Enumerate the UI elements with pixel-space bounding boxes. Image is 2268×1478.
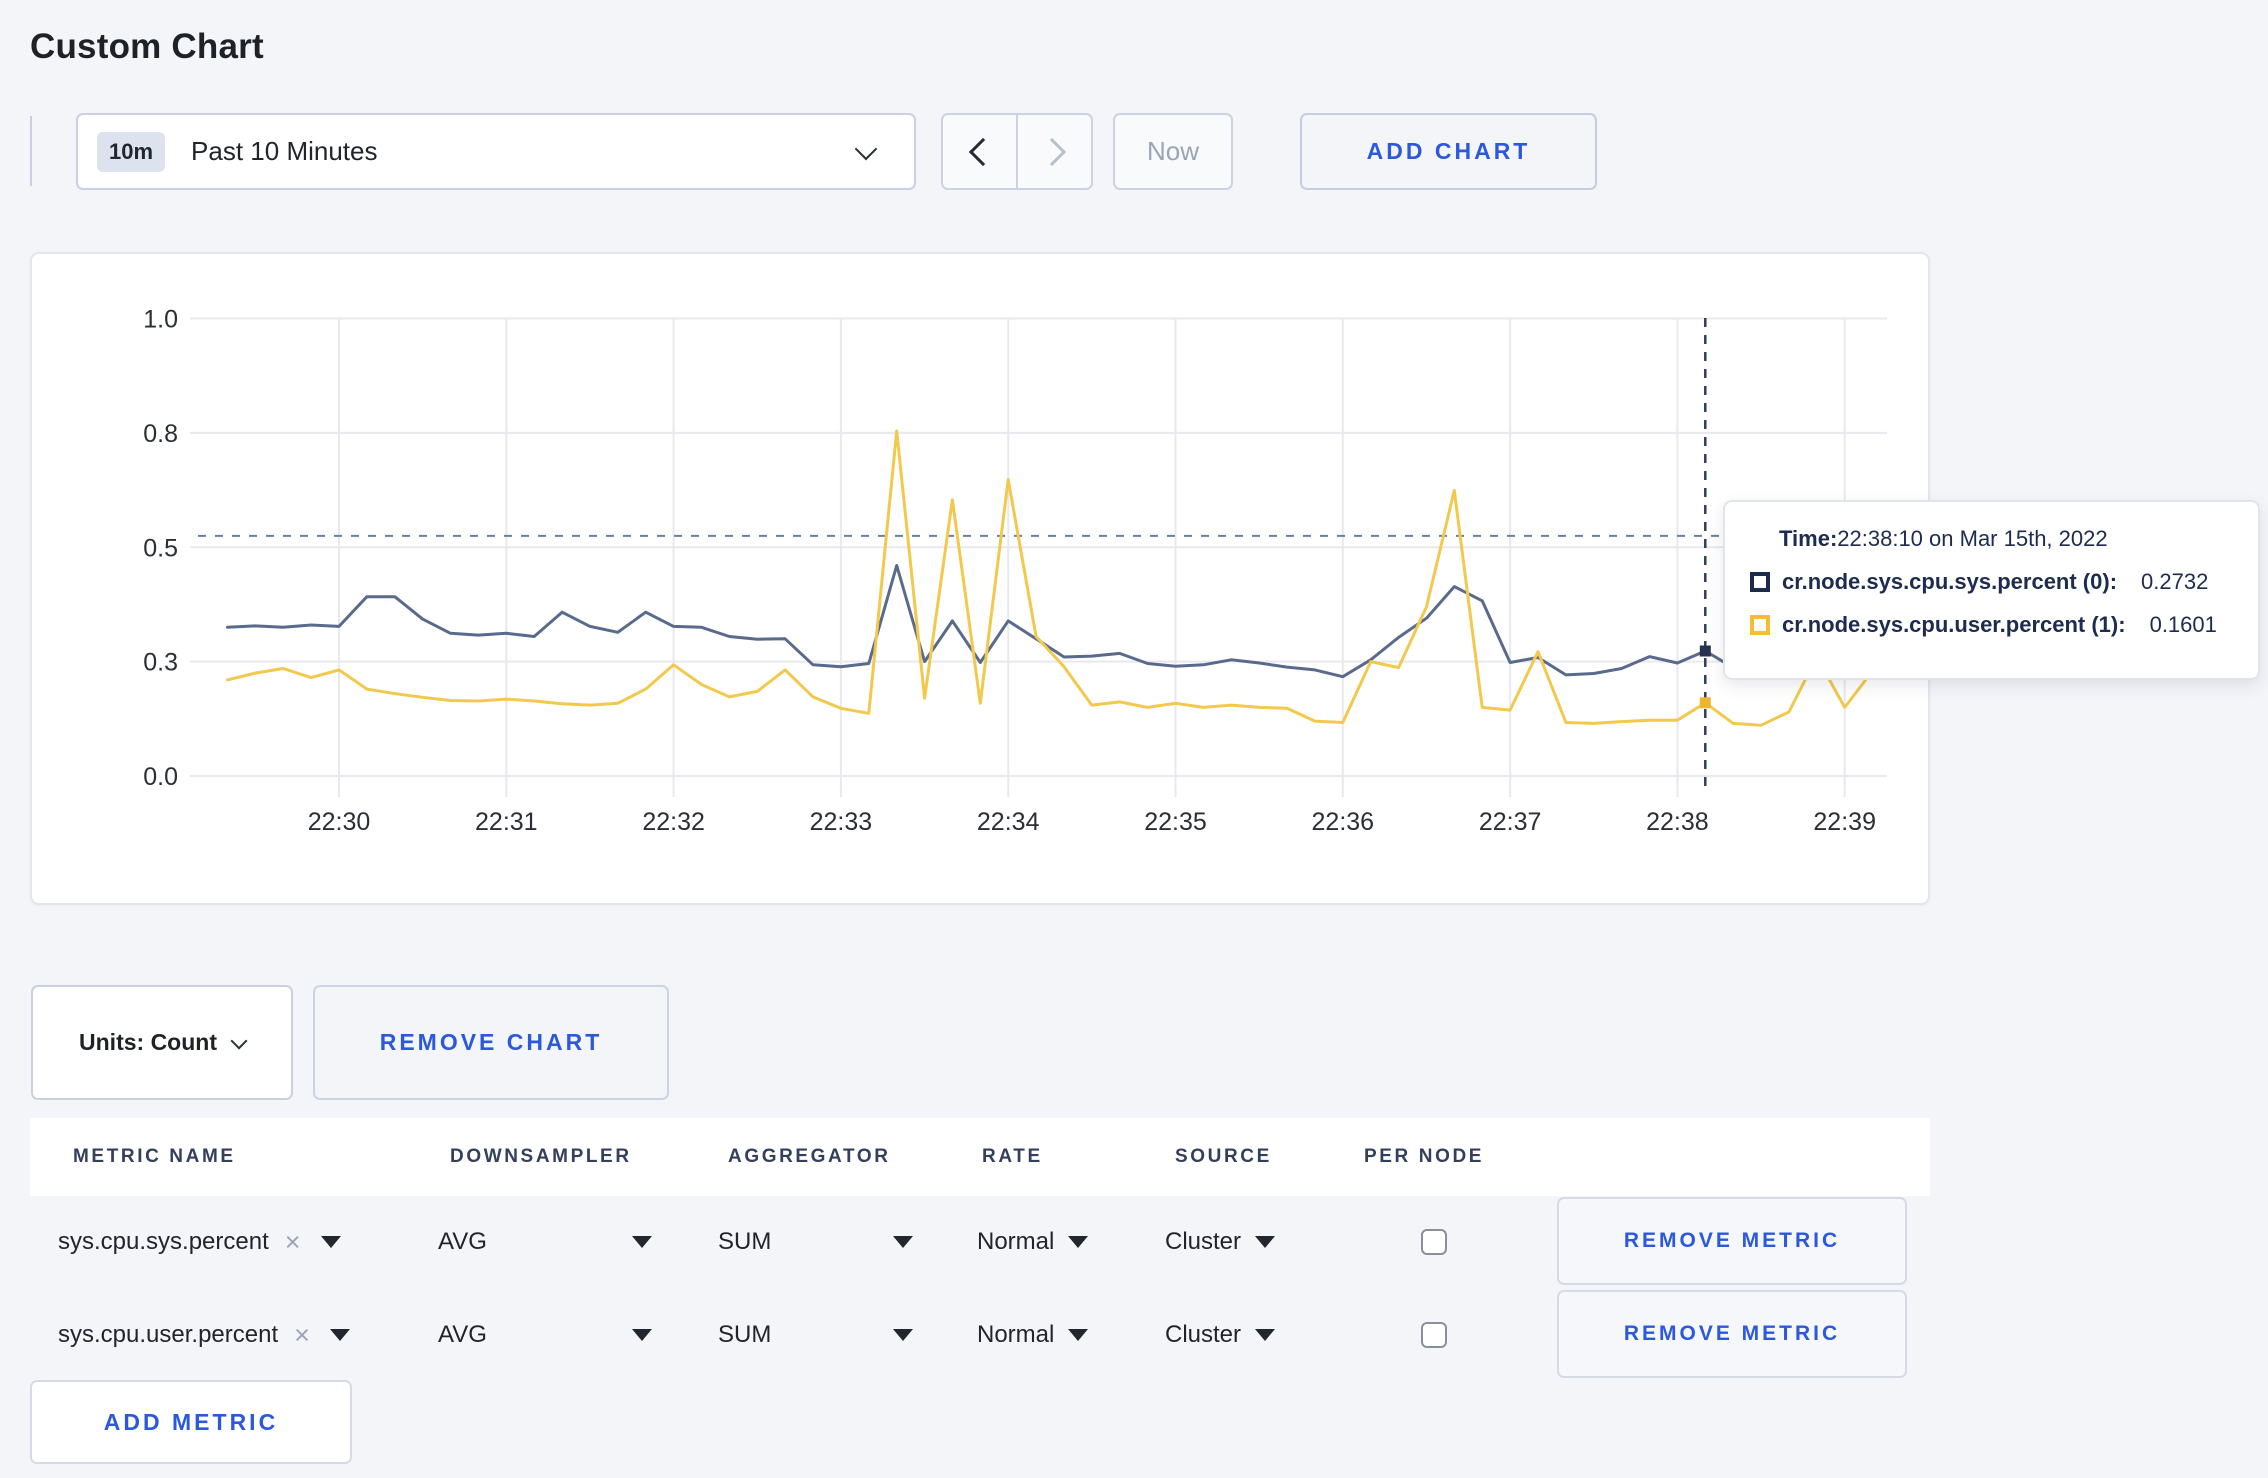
add-chart-button[interactable]: ADD CHART <box>1300 113 1597 190</box>
toolbar-divider <box>30 116 32 186</box>
metric-name-select[interactable]: sys.cpu.sys.percent × <box>58 1196 341 1288</box>
series-line-0 <box>226 564 1875 679</box>
per-node-cell <box>1421 1196 1447 1288</box>
aggregator-value: SUM <box>718 1228 772 1255</box>
clear-metric-icon[interactable]: × <box>285 1228 301 1256</box>
y-axis-label: 0.8 <box>143 420 178 448</box>
per-node-cell <box>1421 1289 1447 1381</box>
tooltip-time-label: Time: <box>1779 526 1838 551</box>
aggregator-select[interactable]: SUM <box>718 1289 771 1381</box>
source-select[interactable]: Cluster <box>1165 1196 1276 1288</box>
tooltip-series-sys-label: cr.node.sys.cpu.sys.percent (0): <box>1782 569 2118 594</box>
x-axis-label: 22:30 <box>308 808 371 836</box>
series-line-1 <box>226 429 1875 727</box>
caret-down-icon[interactable] <box>632 1329 652 1341</box>
x-axis-label: 22:38 <box>1646 808 1709 836</box>
chevron-down-icon <box>854 137 878 161</box>
remove-metric-button[interactable]: REMOVE METRIC <box>1557 1290 1907 1378</box>
caret-down-icon[interactable] <box>893 1236 913 1248</box>
tooltip-series-user-value: 0.1601 <box>2149 612 2217 637</box>
y-axis-label: 1.0 <box>143 306 178 334</box>
page-title: Custom Chart <box>30 27 264 67</box>
aggregator-select[interactable]: SUM <box>718 1196 771 1288</box>
clear-metric-icon[interactable]: × <box>294 1321 310 1349</box>
chevron-right-icon <box>1037 137 1066 166</box>
remove-metric-button[interactable]: REMOVE METRIC <box>1557 1197 1907 1285</box>
metric-name-value: sys.cpu.user.percent <box>58 1321 279 1348</box>
x-axis-label: 22:33 <box>810 808 873 836</box>
x-axis-label: 22:35 <box>1144 808 1207 836</box>
caret-down-icon <box>1255 1236 1276 1248</box>
now-button[interactable]: Now <box>1113 113 1233 190</box>
time-range-badge: 10m <box>97 131 166 172</box>
downsampler-value: AVG <box>438 1321 487 1348</box>
chart-tooltip: Time: 22:38:10 on Mar 15th, 2022 cr.node… <box>1723 500 2260 680</box>
x-axis-label: 22:39 <box>1813 808 1876 836</box>
tooltip-series-row: cr.node.sys.cpu.user.percent (1): 0.1601 <box>1750 612 2258 638</box>
rate-value: Normal <box>977 1228 1055 1255</box>
time-forward-button[interactable] <box>1016 115 1091 188</box>
caret-down-icon <box>329 1329 350 1341</box>
add-metric-button[interactable]: ADD METRIC <box>30 1380 352 1464</box>
time-nav-group <box>941 113 1093 190</box>
units-label: Units: Count <box>79 1029 217 1055</box>
downsampler-select[interactable]: AVG <box>438 1289 487 1381</box>
line-chart[interactable]: 0.0 0.3 0.5 0.8 1.0 22:30 22:31 22:32 22:33 22:34… <box>32 254 1928 903</box>
column-header-metric-name: METRIC NAME <box>73 1146 236 1167</box>
caret-down-icon[interactable] <box>632 1236 652 1248</box>
tooltip-series-sys-value: 0.2732 <box>2141 569 2209 594</box>
chevron-left-icon <box>968 137 997 166</box>
downsampler-value: AVG <box>438 1228 487 1255</box>
metrics-table-header: METRIC NAME DOWNSAMPLER AGGREGATOR RATE … <box>30 1118 1930 1196</box>
column-header-per-node: PER NODE <box>1364 1146 1485 1167</box>
aggregator-value: SUM <box>718 1321 772 1348</box>
rate-value: Normal <box>977 1321 1055 1348</box>
tooltip-series-row: cr.node.sys.cpu.sys.percent (0): 0.2732 <box>1750 569 2258 595</box>
caret-down-icon[interactable] <box>893 1329 913 1341</box>
series-sys-swatch-icon <box>1750 572 1770 592</box>
crosshair-marker-1 <box>1699 697 1711 709</box>
column-header-aggregator: AGGREGATOR <box>728 1146 891 1167</box>
tooltip-series-user-label: cr.node.sys.cpu.user.percent (1): <box>1782 612 2126 637</box>
y-axis-label: 0.5 <box>143 534 178 562</box>
x-axis-label: 22:36 <box>1312 808 1375 836</box>
per-node-checkbox[interactable] <box>1421 1322 1447 1348</box>
remove-chart-button[interactable]: REMOVE CHART <box>313 985 669 1100</box>
rate-select[interactable]: Normal <box>977 1196 1089 1288</box>
source-value: Cluster <box>1165 1321 1242 1348</box>
column-header-source: SOURCE <box>1175 1146 1272 1167</box>
metric-table-row: sys.cpu.sys.percent × AVG SUM Normal Clu… <box>30 1196 1950 1288</box>
x-axis-label: 22:31 <box>475 808 538 836</box>
tooltip-time-value: 22:38:10 on Mar 15th, 2022 <box>1837 526 2108 551</box>
metric-name-select[interactable]: sys.cpu.user.percent × <box>58 1289 350 1381</box>
metric-name-value: sys.cpu.sys.percent <box>58 1228 269 1255</box>
crosshair-marker-0 <box>1699 645 1711 657</box>
column-header-downsampler: DOWNSAMPLER <box>450 1146 632 1167</box>
downsampler-select[interactable]: AVG <box>438 1196 487 1288</box>
caret-down-icon <box>1068 1329 1089 1341</box>
caret-down-icon <box>1255 1329 1276 1341</box>
units-dropdown[interactable]: Units: Count <box>31 985 293 1100</box>
per-node-checkbox[interactable] <box>1421 1229 1447 1255</box>
y-axis-label: 0.0 <box>143 763 178 791</box>
x-axis-label: 22:34 <box>977 808 1040 836</box>
time-range-label: Past 10 Minutes <box>191 136 378 166</box>
x-axis-label: 22:32 <box>642 808 705 836</box>
chevron-down-icon <box>230 1032 248 1049</box>
series-user-swatch-icon <box>1750 615 1770 635</box>
source-value: Cluster <box>1165 1228 1242 1255</box>
tooltip-time-row: Time: 22:38:10 on Mar 15th, 2022 <box>1750 526 2258 552</box>
source-select[interactable]: Cluster <box>1165 1289 1276 1381</box>
column-header-rate: RATE <box>982 1146 1043 1167</box>
caret-down-icon <box>320 1236 341 1248</box>
metric-table-row: sys.cpu.user.percent × AVG SUM Normal Cl… <box>30 1289 1950 1381</box>
y-axis-label: 0.3 <box>143 649 178 677</box>
caret-down-icon <box>1068 1236 1089 1248</box>
time-back-button[interactable] <box>943 115 1016 188</box>
x-axis-label: 22:37 <box>1479 808 1542 836</box>
time-range-dropdown[interactable]: 10m Past 10 Minutes <box>76 113 916 190</box>
rate-select[interactable]: Normal <box>977 1289 1089 1381</box>
